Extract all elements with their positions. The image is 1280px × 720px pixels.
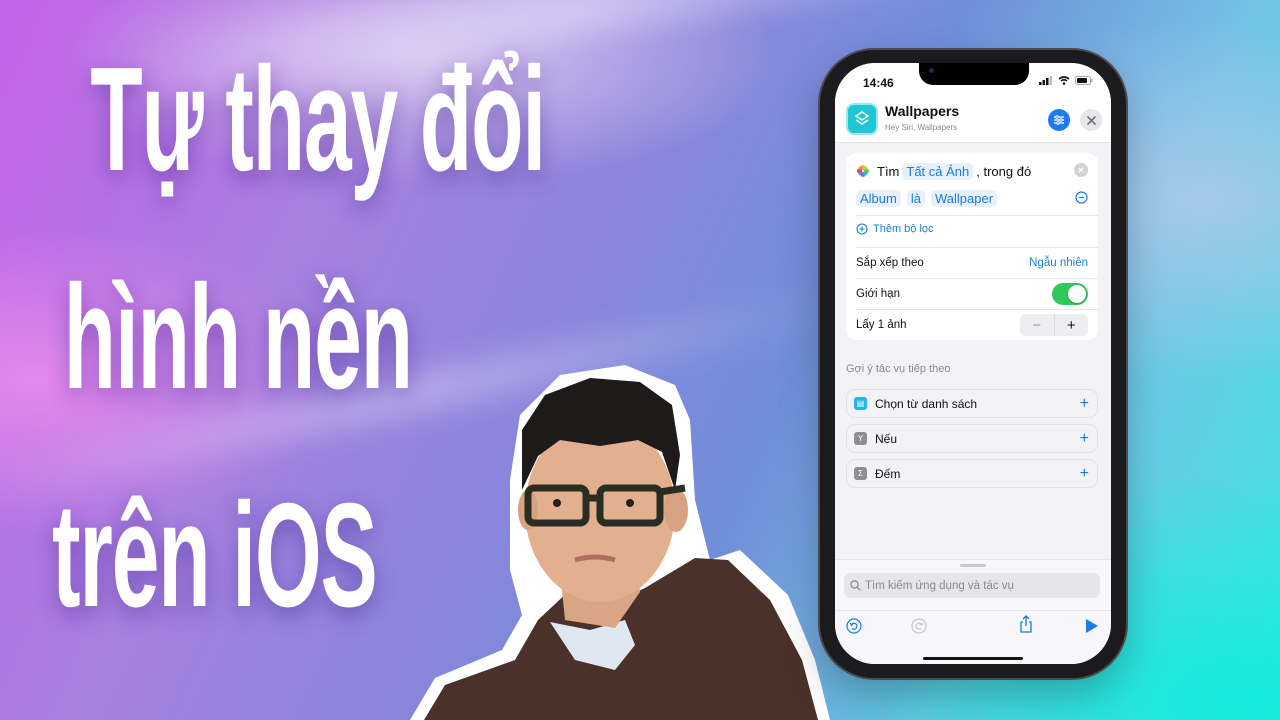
decrement-button[interactable]: − <box>1020 314 1055 336</box>
suggestion-label: Chọn từ danh sách <box>875 396 978 411</box>
branch-icon: Y <box>854 432 867 445</box>
iphone-frame: 14:46 Wallpapers Hey Siri, Wallpapers Tì… <box>820 50 1126 678</box>
suggestion-count[interactable]: Σ Đếm + <box>846 459 1098 488</box>
remove-filter-icon[interactable] <box>1075 191 1088 204</box>
suggestion-choose-from-list[interactable]: ▤ Chọn từ danh sách + <box>846 389 1098 418</box>
add-filter-label: Thêm bộ lọc <box>873 223 934 235</box>
title-line-1: Tự thay đổi <box>90 37 546 202</box>
thumbnail-title: Tự thay đổi hình nền trên iOS <box>52 37 546 638</box>
limit-label: Giới hạn <box>856 288 900 300</box>
shortcut-header: Wallpapers Hey Siri, Wallpapers <box>835 95 1111 143</box>
close-icon <box>1078 167 1084 173</box>
find-photos-action: Tìm Tất cả Ảnh , trong đó Album là Wallp… <box>846 153 1098 340</box>
phone-screen: 14:46 Wallpapers Hey Siri, Wallpapers Tì… <box>835 63 1111 664</box>
list-icon: ▤ <box>854 397 867 410</box>
sheet-grabber[interactable] <box>960 564 986 567</box>
sort-row[interactable]: Sắp xếp theo Ngẫu nhiên <box>856 248 1088 278</box>
sliders-icon <box>1054 115 1064 125</box>
shortcuts-layers-icon[interactable] <box>846 103 878 135</box>
search-icon <box>850 580 861 591</box>
take-count-stepper[interactable]: − + <box>1020 314 1088 336</box>
sigma-icon: Σ <box>854 467 867 480</box>
remove-action-button[interactable] <box>1074 163 1088 177</box>
battery-icon <box>1075 76 1093 85</box>
presenter-photo <box>410 360 830 720</box>
notch <box>919 63 1029 85</box>
share-icon[interactable] <box>1018 615 1034 634</box>
limit-toggle[interactable] <box>1052 283 1088 305</box>
suggestions-heading: Gợi ý tác vụ tiếp theo <box>846 363 951 375</box>
close-icon <box>1086 115 1096 125</box>
filter-row: Album là Wallpaper <box>856 188 1088 208</box>
home-indicator <box>923 657 1023 660</box>
search-input[interactable]: Tìm kiếm ứng dụng và tác vụ <box>844 573 1100 598</box>
suggestion-label: Đếm <box>875 466 901 481</box>
find-suffix: , trong đó <box>976 163 1032 179</box>
add-suggestion-button[interactable]: + <box>1080 395 1089 412</box>
settings-button[interactable] <box>1048 109 1070 131</box>
add-suggestion-button[interactable]: + <box>1080 465 1089 482</box>
photos-icon <box>857 165 869 177</box>
filter-value-token[interactable]: Wallpaper <box>930 189 998 207</box>
take-count-label: Lấy 1 ảnh <box>856 319 907 331</box>
status-time: 14:46 <box>863 76 894 90</box>
take-count-row: Lấy 1 ảnh − + <box>856 310 1088 340</box>
undo-icon[interactable] <box>846 618 862 634</box>
search-placeholder: Tìm kiếm ứng dụng và tác vụ <box>865 579 1014 592</box>
signal-icon <box>1039 76 1052 85</box>
redo-icon[interactable] <box>911 618 927 634</box>
add-suggestion-button[interactable]: + <box>1080 430 1089 447</box>
limit-row: Giới hạn <box>856 279 1088 309</box>
presenter-illustration <box>410 365 830 720</box>
find-verb: Tìm <box>877 163 900 179</box>
title-line-2: hình nền <box>63 255 413 420</box>
add-filter-button[interactable]: Thêm bộ lọc <box>856 223 934 235</box>
increment-button[interactable]: + <box>1055 314 1089 336</box>
wifi-icon <box>1058 76 1070 85</box>
photos-source-token[interactable]: Tất cả Ảnh <box>902 162 974 180</box>
filter-field-token[interactable]: Album <box>856 189 901 207</box>
plus-circle-icon <box>856 223 868 235</box>
title-line-3: trên iOS <box>52 473 378 638</box>
shortcut-subtitle: Hey Siri, Wallpapers <box>885 123 958 132</box>
suggestion-label: Nếu <box>875 431 898 446</box>
action-search-sheet: Tìm kiếm ứng dụng và tác vụ <box>835 559 1111 664</box>
play-icon[interactable] <box>1085 618 1099 634</box>
filter-operator-token[interactable]: là <box>906 189 925 207</box>
sort-value[interactable]: Ngẫu nhiên <box>1029 257 1088 269</box>
close-button[interactable] <box>1080 109 1102 131</box>
suggestion-if[interactable]: Y Nếu + <box>846 424 1098 453</box>
shortcut-title[interactable]: Wallpapers <box>885 103 959 119</box>
sort-label: Sắp xếp theo <box>856 257 924 269</box>
